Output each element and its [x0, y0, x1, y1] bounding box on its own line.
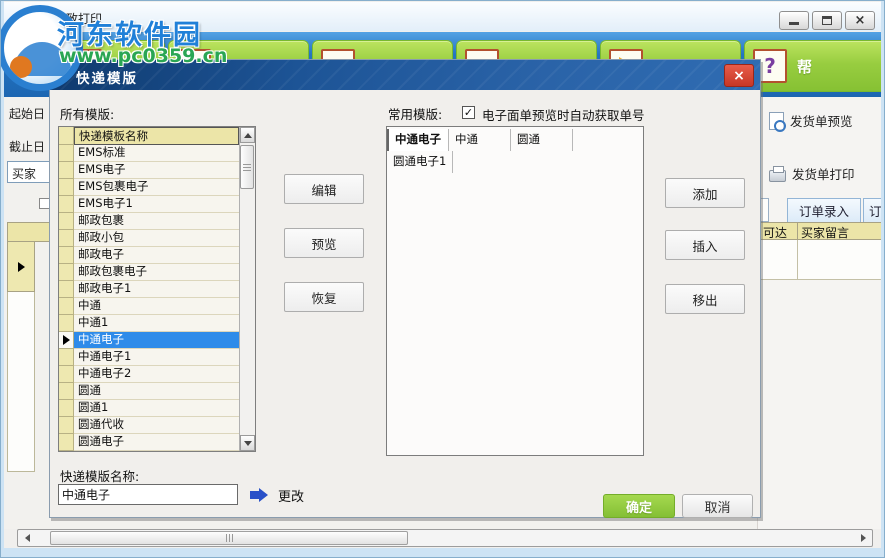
template-row[interactable]: EMS包裹电子	[59, 179, 239, 196]
grid-cell	[798, 240, 884, 280]
scroll-down-button[interactable]	[240, 435, 255, 451]
window-frame-left	[1, 1, 4, 557]
edit-button[interactable]: 编辑	[284, 174, 364, 204]
toolbar-button-help[interactable]: ? 帮 助	[744, 40, 883, 92]
preview-button[interactable]: 预览	[284, 228, 364, 258]
background-order-grid: 可达 买家留言	[759, 222, 884, 280]
template-name-input[interactable]	[58, 484, 238, 505]
printer-icon	[769, 165, 786, 182]
scrollbar-track[interactable]	[240, 143, 255, 435]
template-row[interactable]: 邮政包裹电子	[59, 264, 239, 281]
auto-number-checkbox[interactable]: ✓	[462, 106, 475, 119]
ok-button[interactable]: 确定	[603, 494, 675, 518]
horizontal-scrollbar[interactable]	[17, 529, 873, 547]
common-template-item-active[interactable]: 中通电子	[387, 129, 449, 151]
express-template-dialog: 快递模版 × 所有模版: 快递模板名称 EMS标准 EMS电子 EMS包裹电子 …	[49, 59, 761, 518]
vertical-scrollbar[interactable]	[239, 127, 255, 451]
common-template-item[interactable]: 圆通电子1	[387, 151, 454, 173]
scrollbar-thumb[interactable]	[50, 531, 408, 545]
shipping-preview-button[interactable]: 发货单预览	[769, 111, 853, 132]
minimize-icon	[789, 22, 799, 25]
window-title: 极致打印	[54, 12, 103, 26]
template-name-label: 快递模版名称:	[60, 469, 140, 484]
scrollbar-thumb[interactable]	[240, 145, 254, 189]
change-link[interactable]: 更改	[278, 486, 304, 505]
dialog-close-button[interactable]: ×	[724, 64, 754, 87]
common-template-item[interactable]: 中通	[449, 129, 511, 151]
template-row[interactable]: 邮政包裹	[59, 213, 239, 230]
dialog-title: 快递模版	[76, 71, 138, 87]
common-templates-label: 常用模版:	[388, 107, 443, 122]
maximize-icon	[822, 16, 832, 25]
template-row[interactable]: 中通电子1	[59, 349, 239, 366]
scroll-left-button[interactable]	[18, 530, 36, 546]
auto-number-checkbox-label[interactable]: 电子面单预览时自动获取单号	[482, 105, 645, 124]
start-date-label: 起始日	[9, 107, 46, 121]
app-window: 极致打印 × 基础设置 打印记录 数据统计 功能扩展	[0, 0, 885, 558]
tab-order-entry[interactable]: 订单录入	[787, 198, 861, 223]
grid-header[interactable]: 快递模板名称	[74, 127, 239, 145]
template-row[interactable]: 邮政电子	[59, 247, 239, 264]
window-frame-right	[881, 1, 884, 557]
all-templates-label: 所有模版:	[60, 107, 115, 122]
row-indicator-icon	[62, 335, 70, 345]
column-header-reachable[interactable]: 可达	[759, 222, 798, 240]
common-template-item[interactable]: 圆通	[511, 129, 573, 151]
column-header-buyer-message[interactable]: 买家留言	[798, 222, 884, 240]
template-row[interactable]: EMS标准	[59, 145, 239, 162]
background-grid-cell	[7, 292, 35, 472]
template-row[interactable]: 圆通电子	[59, 434, 239, 451]
maximize-button[interactable]	[812, 11, 842, 30]
scroll-right-button[interactable]	[854, 530, 872, 546]
template-row[interactable]: 圆通	[59, 383, 239, 400]
grid-header-row: 快递模板名称	[59, 127, 239, 145]
blue-arrow-icon	[250, 488, 268, 502]
shipping-print-button[interactable]: 发货单打印	[769, 164, 855, 183]
grid-cell	[759, 240, 798, 280]
cancel-button[interactable]: 取消	[682, 494, 753, 518]
remove-button[interactable]: 移出	[665, 284, 745, 314]
template-row[interactable]: 中通1	[59, 315, 239, 332]
app-icon	[34, 12, 47, 23]
template-row[interactable]: 中通电子2	[59, 366, 239, 383]
template-row-selected[interactable]: 中通电子	[59, 332, 239, 349]
window-titlebar: 极致打印 ×	[4, 2, 883, 31]
template-row[interactable]: EMS电子1	[59, 196, 239, 213]
close-icon: ×	[854, 13, 866, 28]
template-row[interactable]: 邮政小包	[59, 230, 239, 247]
template-row[interactable]: EMS电子	[59, 162, 239, 179]
insert-button[interactable]: 插入	[665, 230, 745, 260]
template-row[interactable]: 邮政电子1	[59, 281, 239, 298]
minimize-button[interactable]	[779, 11, 809, 30]
document-magnifier-icon	[769, 111, 786, 132]
background-row-indicator	[7, 242, 35, 292]
add-button[interactable]: 添加	[665, 178, 745, 208]
window-frame-bottom	[1, 548, 884, 557]
indicator-header-cell	[59, 127, 74, 145]
template-row[interactable]: 圆通1	[59, 400, 239, 417]
dialog-titlebar[interactable]: 快递模版 ×	[50, 60, 760, 90]
template-row[interactable]: 中通	[59, 298, 239, 315]
template-row[interactable]: 圆通代收	[59, 417, 239, 434]
common-templates-list: 中通电子 中通 圆通 圆通电子1	[386, 126, 644, 456]
restore-button[interactable]: 恢复	[284, 282, 364, 312]
close-window-button[interactable]: ×	[845, 11, 875, 30]
template-grid: 快递模板名称 EMS标准 EMS电子 EMS包裹电子 EMS电子1 邮政包裹 邮…	[58, 126, 256, 452]
end-date-label: 截止日	[9, 140, 46, 154]
right-panel	[757, 97, 883, 529]
scroll-up-button[interactable]	[240, 127, 255, 143]
